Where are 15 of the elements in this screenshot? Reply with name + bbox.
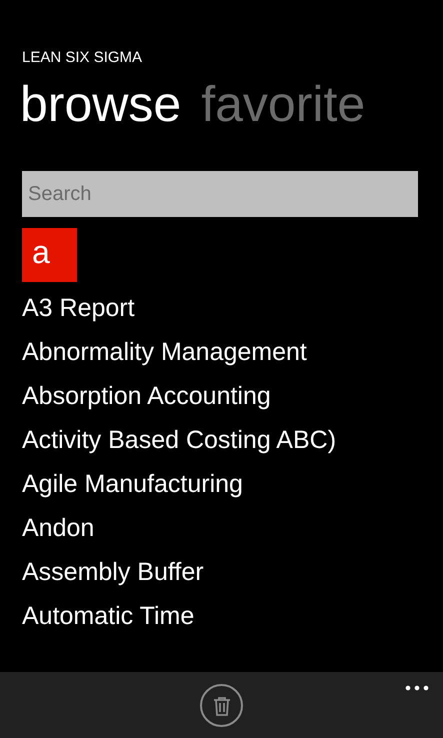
more-icon[interactable]: [405, 685, 429, 691]
list-item[interactable]: Activity Based Costing ABC): [22, 418, 336, 462]
list-item[interactable]: Absorption Accounting: [22, 374, 271, 418]
list-item[interactable]: Agile Manufacturing: [22, 462, 243, 506]
search-field[interactable]: Search: [22, 171, 418, 217]
trash-icon: [212, 696, 230, 716]
pivot-header[interactable]: favorite: [201, 73, 366, 135]
letter-tile[interactable]: a: [22, 228, 77, 282]
pivot-header[interactable]: browse: [20, 73, 182, 135]
app-title: LEAN SIX SIGMA: [22, 49, 142, 67]
list-item[interactable]: Automatic Time: [22, 594, 194, 638]
list-item[interactable]: Andon: [22, 506, 94, 550]
list-item[interactable]: A3 Report: [22, 286, 135, 330]
list-item[interactable]: Assembly Buffer: [22, 550, 204, 594]
list-item[interactable]: Abnormality Management: [22, 330, 307, 374]
